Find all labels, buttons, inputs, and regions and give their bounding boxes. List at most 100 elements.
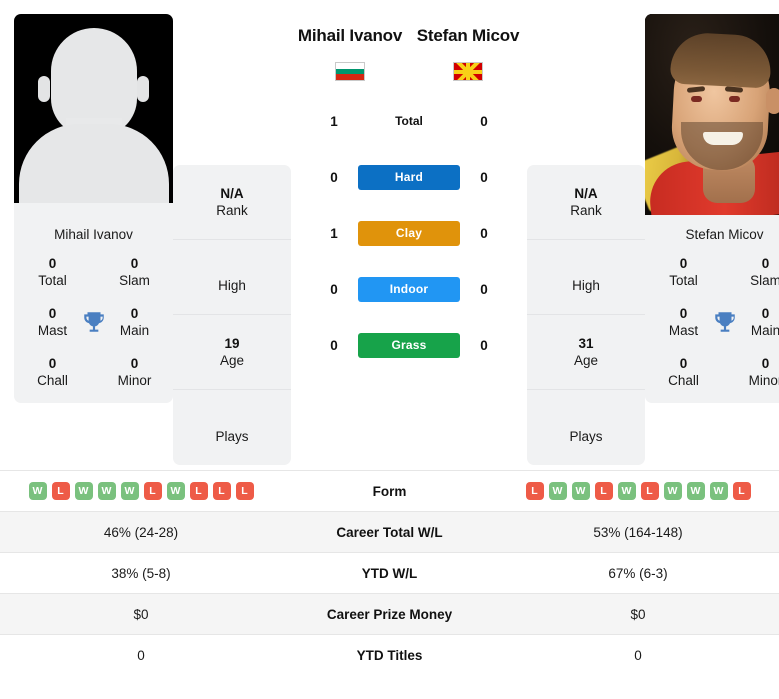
right-form-badges: LWWLWLWWWL [525, 482, 751, 500]
left-ytd_titles-cell: 0 [137, 647, 145, 663]
left-player-photo [14, 14, 173, 215]
flag-bulgaria-icon [335, 62, 365, 81]
left-form-badges: WLWWWLWLLL [28, 482, 254, 500]
right-titles-main-label: Main [750, 323, 779, 338]
h2h-surface-label[interactable]: Clay [358, 220, 460, 246]
player-compare-section: Mihail Ivanov 0 Total 0 Slam 0 Mast 0 Main 0 Chal… [0, 0, 779, 470]
right-form-badge-9[interactable]: L [732, 482, 751, 500]
h2h-surface-label[interactable]: Grass [358, 332, 460, 358]
left-form-badge-2[interactable]: W [74, 482, 93, 500]
left-form-badge-3[interactable]: W [97, 482, 116, 500]
left-career_prize-cell: $0 [133, 606, 149, 622]
right-age-row: 31 Age [527, 315, 645, 390]
table-row-label: YTD W/L [361, 565, 418, 581]
left-titles-row-2: 0 Mast 0 Main [20, 305, 167, 339]
h2h-right-count: 0 [480, 169, 488, 185]
h2h-row-clay: 1 Clay 0 [291, 205, 527, 261]
h2h-right-count: 0 [480, 281, 488, 297]
right-career_wl-cell: 53% (164-148) [593, 524, 683, 540]
h2h-right-count: 0 [480, 337, 488, 353]
table-row-label: Career Prize Money [326, 606, 453, 622]
trophy-icon [714, 312, 735, 332]
h2h-total-label: Total [395, 114, 423, 128]
right-titles-slam-value: 0 [761, 256, 770, 271]
right-form-badge-7[interactable]: W [686, 482, 705, 500]
table-row: $0 Career Prize Money $0 [0, 593, 779, 634]
left-player-photo-card[interactable]: Mihail Ivanov 0 Total 0 Slam 0 Mast 0 Main 0 Chal… [14, 14, 173, 403]
table-row: W L W W W L W L L L Form L W W L W L W W W L [0, 470, 779, 511]
left-form-badge-5[interactable]: L [143, 482, 162, 500]
right-form-cell: LWWLWLWWWL [497, 482, 779, 500]
right-rank-value: N/A [574, 186, 598, 201]
left-titles-block: 0 Total 0 Slam 0 Mast 0 Main 0 Chall 0 Minor [14, 255, 173, 403]
left-titles-main-value: 0 [130, 306, 139, 321]
right-form-badge-3[interactable]: L [594, 482, 613, 500]
left-titles-total-label: Total [38, 273, 67, 288]
head-to-head-column: Mihail Ivanov Stefan Micov 1 Total 0 0 H… [291, 14, 527, 373]
player-placeholder-avatar-icon [14, 14, 173, 215]
right-titles-total-label: Total [669, 273, 698, 288]
right-plays-label: Plays [569, 428, 603, 444]
left-rank-row: N/A Rank [173, 165, 291, 240]
left-titles-row-1: 0 Total 0 Slam [20, 255, 167, 289]
right-form-badge-2[interactable]: W [571, 482, 590, 500]
right-titles-mast-label: Mast [668, 323, 699, 338]
right-plays-row: Plays [527, 390, 645, 465]
right-titles-minor-value: 0 [761, 356, 770, 371]
right-titles-slam-label: Slam [750, 273, 779, 288]
left-form-badge-8[interactable]: L [212, 482, 231, 500]
left-form-badge-6[interactable]: W [166, 482, 185, 500]
right-titles-minor-label: Minor [748, 373, 779, 388]
left-form-badge-4[interactable]: W [120, 482, 139, 500]
surface-badge-clay[interactable]: Clay [358, 220, 460, 246]
right-form-badge-0[interactable]: L [525, 482, 544, 500]
flag-north-macedonia-icon [453, 62, 483, 81]
right-titles-total-value: 0 [679, 256, 688, 271]
right-player-photo-card[interactable]: Stefan Micov 0 Total 0 Slam 0 Mast 0 Main 0 Chall… [645, 14, 779, 403]
left-form-badge-0[interactable]: W [28, 482, 47, 500]
surface-badge-grass[interactable]: Grass [358, 332, 460, 358]
h2h-left-count: 1 [330, 113, 338, 129]
surface-badge-hard[interactable]: Hard [358, 164, 460, 190]
left-titles-row-3: 0 Chall 0 Minor [20, 355, 167, 389]
right-form-badge-5[interactable]: L [640, 482, 659, 500]
left-rank-value: N/A [220, 186, 244, 201]
h2h-left-count: 1 [330, 225, 338, 241]
left-titles-minor-value: 0 [130, 356, 139, 371]
left-titles-mast-value: 0 [48, 306, 57, 321]
right-player-name: Stefan Micov [416, 26, 520, 45]
right-form-badge-1[interactable]: W [548, 482, 567, 500]
player-names-row: Mihail Ivanov Stefan Micov [291, 26, 527, 81]
right-rank-label: Rank [570, 203, 602, 218]
left-player-header: Mihail Ivanov [291, 26, 409, 81]
right-titles-main-value: 0 [761, 306, 770, 321]
left-form-badge-9[interactable]: L [235, 482, 254, 500]
left-titles-total-value: 0 [48, 256, 57, 271]
left-titles-main-label: Main [119, 323, 150, 338]
table-row-label: YTD Titles [356, 647, 423, 663]
right-player-photo [645, 14, 779, 215]
right-form-badge-6[interactable]: W [663, 482, 682, 500]
table-row-label: Form [372, 483, 407, 499]
left-form-badge-1[interactable]: L [51, 482, 70, 500]
surface-badge-indoor[interactable]: Indoor [358, 276, 460, 302]
left-titles-minor-label: Minor [117, 373, 152, 388]
right-player-stats-card: N/A Rank High 31 Age Plays [527, 165, 645, 465]
left-age-value: 19 [224, 336, 240, 351]
left-form-badge-7[interactable]: L [189, 482, 208, 500]
left-titles-slam-value: 0 [130, 256, 139, 271]
right-form-badge-8[interactable]: W [709, 482, 728, 500]
right-titles-mast-value: 0 [679, 306, 688, 321]
left-plays-label: Plays [215, 428, 249, 444]
left-ytd_wl-cell: 38% (5-8) [111, 565, 171, 581]
right-ytd_wl-cell: 67% (6-3) [608, 565, 668, 581]
right-titles-row-1: 0 Total 0 Slam [651, 255, 779, 289]
right-form-badge-4[interactable]: W [617, 482, 636, 500]
left-high-label: High [218, 278, 246, 293]
h2h-surface-label[interactable]: Hard [358, 164, 460, 190]
left-career_wl-cell: 46% (24-28) [103, 524, 179, 540]
h2h-row-hard: 0 Hard 0 [291, 149, 527, 205]
right-titles-row-2: 0 Mast 0 Main [651, 305, 779, 339]
h2h-surface-label[interactable]: Indoor [358, 276, 460, 302]
h2h-left-count: 0 [330, 169, 338, 185]
